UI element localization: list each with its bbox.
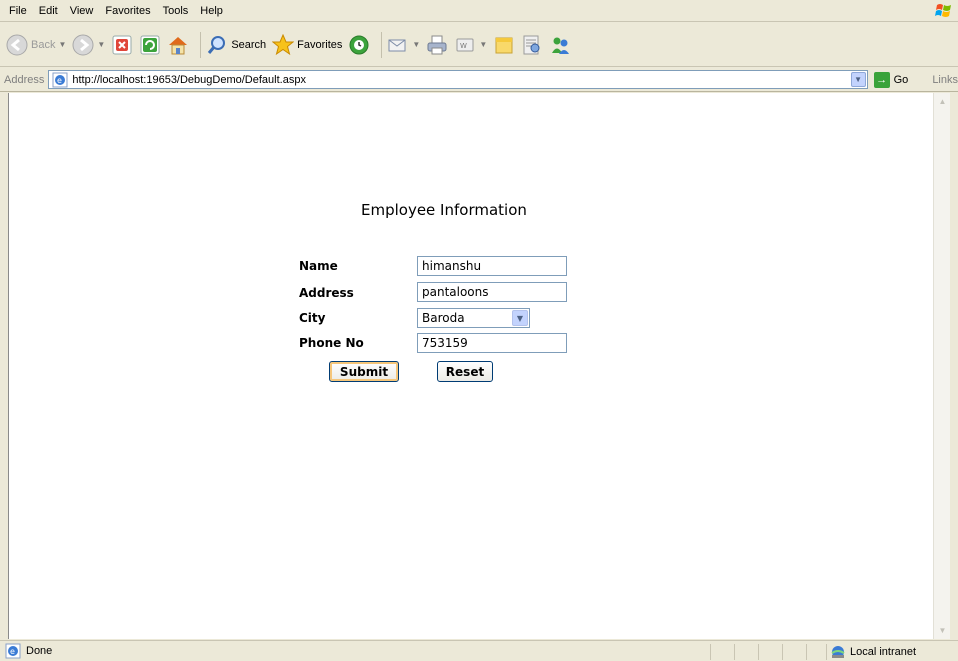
home-button[interactable] xyxy=(167,34,189,56)
search-icon xyxy=(208,35,226,54)
name-label: Name xyxy=(299,259,338,273)
edit-button[interactable]: W ▼ xyxy=(454,34,487,56)
svg-text:e: e xyxy=(10,647,15,656)
city-label: City xyxy=(299,311,326,325)
status-bar: e Done Local intranet xyxy=(0,640,958,661)
status-panel-divider xyxy=(710,644,711,660)
status-panel-divider xyxy=(826,644,827,660)
back-label: Back xyxy=(31,38,56,51)
folder-note-icon xyxy=(495,37,513,53)
menu-help[interactable]: Help xyxy=(194,1,229,21)
phone-label: Phone No xyxy=(299,336,364,350)
local-intranet-icon xyxy=(831,646,845,658)
messenger-icon xyxy=(552,37,570,54)
search-label: Search xyxy=(231,38,267,51)
toolbar-separator xyxy=(381,31,383,58)
favorites-button[interactable]: Favorites xyxy=(272,33,343,56)
print-icon xyxy=(427,35,447,54)
search-button[interactable]: Search xyxy=(206,34,266,56)
status-panel-divider xyxy=(806,644,807,660)
city-selected-value: Baroda xyxy=(422,311,465,325)
menu-edit[interactable]: Edit xyxy=(33,1,64,21)
edit-dropdown-icon[interactable]: ▼ xyxy=(479,40,487,49)
security-zone[interactable]: Local intranet xyxy=(830,644,916,660)
phone-input[interactable] xyxy=(417,333,567,353)
menu-file[interactable]: File xyxy=(3,1,33,21)
address-url: http://localhost:19653/DebugDemo/Default… xyxy=(72,73,306,86)
name-input[interactable] xyxy=(417,256,567,276)
research-icon xyxy=(523,35,540,54)
back-dropdown-icon[interactable]: ▼ xyxy=(58,40,66,49)
go-label: Go xyxy=(893,73,909,86)
forward-arrow-icon xyxy=(72,34,94,55)
address-dropdown-icon[interactable]: ▼ xyxy=(850,72,866,87)
page-title: Employee Information xyxy=(361,201,527,219)
forward-button[interactable]: ▼ xyxy=(72,34,105,56)
status-panel-divider xyxy=(758,644,759,660)
ie-page-icon: e xyxy=(52,72,68,87)
windows-logo-icon xyxy=(934,1,954,21)
discuss-button[interactable] xyxy=(493,34,515,56)
status-panel-divider xyxy=(782,644,783,660)
forward-dropdown-icon[interactable]: ▼ xyxy=(97,40,105,49)
page-content: ▲ ▼ Employee Information Name Address Ci… xyxy=(8,93,950,639)
scroll-down-icon[interactable]: ▼ xyxy=(935,623,950,638)
favorites-label: Favorites xyxy=(297,38,343,51)
mail-dropdown-icon[interactable]: ▼ xyxy=(412,40,420,49)
address-label: Address xyxy=(4,73,45,86)
submit-button[interactable]: Submit xyxy=(329,361,399,382)
home-icon xyxy=(169,36,188,54)
menu-favorites[interactable]: Favorites xyxy=(99,1,156,21)
messenger-button[interactable] xyxy=(549,34,571,56)
address-field-label: Address xyxy=(299,286,354,300)
go-arrow-icon: → xyxy=(873,71,890,88)
history-button[interactable] xyxy=(348,34,370,56)
vertical-scrollbar[interactable]: ▲ ▼ xyxy=(933,93,950,639)
status-text: Done xyxy=(26,645,53,657)
edit-page-icon: W xyxy=(456,38,474,51)
back-button[interactable]: Back ▼ xyxy=(6,34,66,56)
refresh-icon xyxy=(140,35,160,54)
status-panel-divider xyxy=(734,644,735,660)
menu-tools[interactable]: Tools xyxy=(157,1,195,21)
address-bar: Address e http://localhost:19653/DebugDe… xyxy=(0,68,958,92)
stop-button[interactable] xyxy=(111,34,133,56)
print-button[interactable] xyxy=(426,34,448,56)
links-label[interactable]: Links xyxy=(932,74,958,86)
toolbar: Back ▼ ▼ Search Favorites ▼ W ▼ xyxy=(0,23,958,67)
menu-view[interactable]: View xyxy=(64,1,100,21)
city-select[interactable]: Baroda ▼ xyxy=(417,308,530,328)
mail-button[interactable]: ▼ xyxy=(387,34,420,56)
reset-button[interactable]: Reset xyxy=(437,361,493,382)
mail-icon xyxy=(388,39,406,51)
address-field-input[interactable] xyxy=(417,282,567,302)
toolbar-separator xyxy=(200,31,202,58)
svg-text:e: e xyxy=(57,76,62,85)
back-arrow-icon xyxy=(6,34,28,55)
research-button[interactable] xyxy=(521,34,543,56)
stop-icon xyxy=(112,35,132,54)
menu-bar: File Edit View Favorites Tools Help xyxy=(0,0,958,22)
refresh-button[interactable] xyxy=(139,34,161,56)
favorites-star-icon xyxy=(272,33,295,55)
chevron-down-icon[interactable]: ▼ xyxy=(512,310,528,326)
scroll-up-icon[interactable]: ▲ xyxy=(935,94,950,109)
zone-label: Local intranet xyxy=(850,646,917,658)
ie-page-icon: e xyxy=(5,643,21,659)
history-icon xyxy=(349,35,369,54)
address-input[interactable]: e http://localhost:19653/DebugDemo/Defau… xyxy=(48,70,868,89)
svg-text:W: W xyxy=(460,42,467,50)
go-button[interactable]: → Go xyxy=(873,71,909,88)
